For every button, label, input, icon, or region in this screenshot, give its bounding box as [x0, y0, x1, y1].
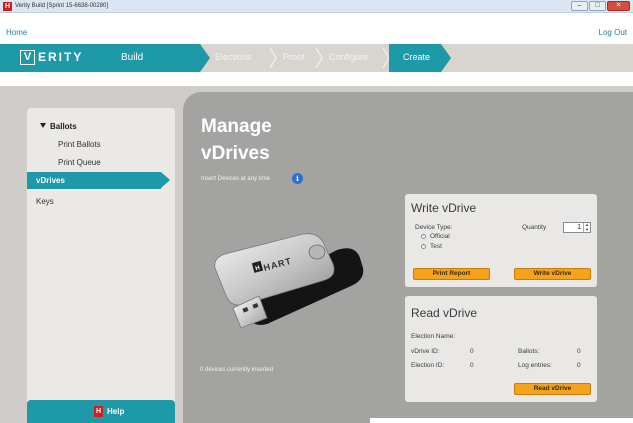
vdrive-id-value: 0	[470, 348, 474, 355]
write-vdrive-title: Write vDrive	[411, 201, 477, 215]
logout-link[interactable]: Log Out	[599, 28, 627, 37]
devices-status: 0 devices currently inserted	[200, 367, 274, 373]
election-id-label: Election ID:	[411, 362, 445, 369]
verity-logo-mark: V	[20, 50, 35, 65]
page-title-line1: Manage	[201, 116, 272, 137]
option-test-label: Test	[430, 243, 442, 250]
sidebar-item-vdrives[interactable]: vDrives	[27, 172, 161, 189]
print-report-button[interactable]: Print Report	[413, 268, 490, 280]
read-vdrive-title: Read vDrive	[411, 306, 478, 320]
vdrive-id-label: vDrive ID:	[411, 348, 440, 355]
sidebar-item-label: vDrives	[36, 176, 65, 185]
log-entries-label: Log entries:	[518, 362, 552, 369]
page-title-line2: vDrives	[201, 143, 270, 164]
sidebar	[27, 108, 175, 423]
close-button[interactable]: ✕	[607, 1, 630, 11]
top-nav: Home Log Out	[0, 13, 633, 44]
title-bar: H Verity Build [Sprint 15-6638-00280] – …	[0, 0, 633, 13]
ballots-value: 0	[577, 348, 581, 355]
option-official-label: Official	[430, 233, 450, 240]
ballots-label: Ballots:	[518, 348, 540, 355]
app-window: H Verity Build [Sprint 15-6638-00280] – …	[0, 0, 633, 423]
help-button[interactable]: H Help	[27, 400, 175, 423]
sidebar-item-print-ballots[interactable]: Print Ballots	[58, 139, 101, 150]
brand-arrow	[200, 44, 210, 72]
quantity-value: 1	[577, 224, 581, 231]
quantity-stepper[interactable]: 1 ▲ ▼	[563, 222, 591, 233]
info-icon[interactable]: i	[292, 173, 303, 184]
home-link[interactable]: Home	[6, 28, 27, 37]
quantity-label: Quantity	[522, 224, 547, 231]
brand-block: V ERITY Build	[0, 44, 200, 72]
election-id-value: 0	[470, 362, 474, 369]
maximize-button[interactable]: □	[589, 1, 606, 11]
spacer-band	[0, 72, 633, 86]
window-title: Verity Build [Sprint 15-6638-00280]	[15, 3, 109, 9]
device-type-label: Device Type:	[415, 224, 453, 231]
bottom-strip	[370, 418, 633, 423]
minimize-button[interactable]: –	[571, 1, 588, 11]
step-proof[interactable]: Proof	[283, 51, 305, 64]
usb-drive-icon: H HART	[214, 233, 364, 329]
sidebar-item-keys[interactable]: Keys	[36, 196, 54, 207]
help-label: Help	[107, 407, 125, 416]
chevron-right-icon	[269, 48, 277, 68]
insert-hint: Insert Devices at any time	[201, 176, 271, 182]
election-name-label: Election Name:	[411, 333, 456, 340]
radio-test[interactable]	[421, 244, 426, 249]
hart-logo-icon: H	[3, 2, 12, 11]
step-create-label: Create	[403, 52, 431, 62]
write-vdrive-button[interactable]: Write vDrive	[514, 268, 591, 280]
sidebar-group-ballots[interactable]: Ballots	[50, 121, 77, 132]
step-configure[interactable]: Configure	[329, 51, 368, 64]
caret-down-icon[interactable]	[40, 123, 46, 128]
chevron-right-icon	[315, 48, 323, 68]
create-arrow	[441, 44, 451, 72]
sidebar-item-print-queue[interactable]: Print Queue	[58, 157, 101, 168]
step-create[interactable]: Create	[389, 44, 441, 72]
hart-help-icon: H	[94, 406, 103, 417]
log-entries-value: 0	[577, 362, 581, 369]
read-vdrive-button[interactable]: Read vDrive	[514, 383, 591, 395]
product-name: Build	[121, 52, 144, 63]
stepper-arrows-icon[interactable]: ▲ ▼	[583, 222, 590, 232]
active-item-arrow	[161, 172, 170, 188]
verity-logo-text: ERITY	[38, 50, 84, 64]
header-band: V ERITY Build Elections Proof Configure …	[0, 44, 633, 72]
radio-official[interactable]	[421, 234, 426, 239]
step-elections[interactable]: Elections	[215, 51, 252, 64]
